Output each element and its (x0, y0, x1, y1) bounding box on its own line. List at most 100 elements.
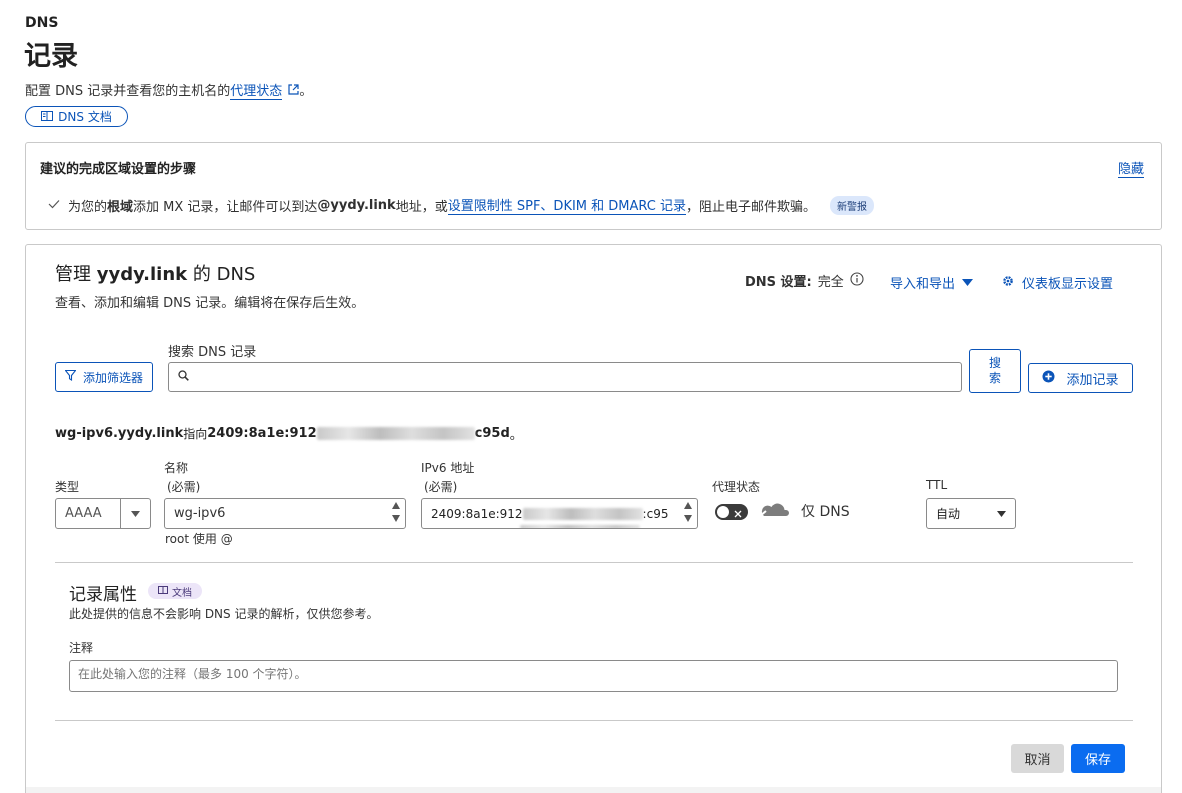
new-alert-badge: 新警报 (830, 195, 875, 215)
ipv6-label: IPv6 地址 (421, 461, 475, 475)
caret-down-icon (962, 275, 974, 290)
dashboard-settings-label: 仪表板显示设置 (1022, 277, 1114, 292)
record-attributes-title: 记录属性 (69, 585, 137, 605)
dns-docs-label: DNS 文档 (58, 110, 112, 124)
type-select-value: AAAA (65, 506, 102, 521)
name-label: 名称 (164, 461, 189, 475)
comment-label: 注释 (69, 641, 94, 655)
ttl-select-value: 自动 (936, 507, 961, 521)
step-text-4: ，阻止电子邮件欺骗。 (686, 199, 817, 215)
save-button[interactable]: 保存 (1071, 744, 1125, 773)
name-spin-arrows[interactable] (391, 501, 401, 523)
ttl-select[interactable]: 自动 (926, 498, 1016, 529)
manage-title-prefix: 管理 (55, 264, 97, 285)
ipv6-value-start: 2409:8a1e:912 (431, 507, 523, 521)
setup-step-item: 为您的 根域 添加 MX 记录，让邮件可以到达 @yydy.link 地址，或 设置限… (48, 195, 875, 215)
step-text-address: @yydy.link (317, 197, 396, 213)
dns-setting-label: DNS 设置: (745, 275, 812, 290)
attributes-docs-label: 文档 (172, 587, 192, 599)
filter-icon (64, 369, 77, 384)
ipv6-spin-arrows[interactable] (683, 501, 693, 523)
add-record-label: 添加记录 (1066, 372, 1119, 388)
description-text: 配置 DNS 记录并查看您的主机名的 (25, 84, 231, 99)
record-summary-ip-end: c95d (474, 426, 510, 441)
dashboard-settings-link[interactable]: 仪表板显示设置 (1002, 273, 1113, 292)
comment-input-box[interactable] (69, 660, 1118, 692)
record-attributes-description: 此处提供的信息不会影响 DNS 记录的解析，仅供您参考。 (69, 607, 379, 621)
proxy-toggle[interactable] (715, 504, 748, 520)
step-text-root: 根域 (107, 199, 134, 215)
caret-down-icon (131, 506, 140, 521)
record-summary-name: wg-ipv6.yydy.link (55, 426, 184, 441)
ipv6-input[interactable]: 2409:8a1e:912 :c95 (421, 498, 698, 529)
step-text-2: 添加 MX 记录，让邮件可以到达 (133, 199, 318, 215)
import-export-menu[interactable]: 导入和导出 (890, 273, 974, 292)
cancel-button[interactable]: 取消 (1011, 744, 1064, 773)
check-icon (48, 198, 60, 213)
type-select[interactable]: AAAA (55, 498, 151, 529)
step-text-3: 地址，或 (395, 199, 448, 215)
record-summary-points-to: 指向 (183, 427, 208, 441)
record-summary: wg-ipv6.yydy.link 指向 2409:8a1e:912 c95d。 (55, 424, 523, 443)
info-icon[interactable] (850, 271, 864, 290)
setup-steps-panel (25, 142, 1162, 230)
import-export-label: 导入和导出 (890, 277, 956, 292)
ipv6-required: (必需) (424, 480, 458, 494)
book-icon (158, 585, 168, 597)
ipv6-value-end: :c95 (642, 507, 669, 521)
manage-title-domain: yydy.link (96, 264, 188, 285)
setup-steps-title: 建议的完成区域设置的步骤 (40, 162, 197, 177)
close-icon (734, 507, 742, 522)
dns-docs-button[interactable]: DNS 文档 (25, 106, 128, 127)
add-filter-label: 添加筛选器 (82, 370, 143, 385)
add-filter-button[interactable]: 添加筛选器 (55, 362, 153, 392)
name-hint: root 使用 @ (165, 532, 233, 546)
dns-setting-status: DNS 设置: 完全 (745, 271, 864, 290)
manage-dns-subtitle: 查看、添加和编辑 DNS 记录。编辑将在保存后生效。 (55, 296, 365, 311)
search-button-label-2: 索 (988, 371, 1001, 385)
description-end: 。 (299, 84, 313, 99)
proxy-status-label: 代理状态 (712, 480, 761, 494)
section-label: DNS (25, 15, 59, 31)
dns-setting-value: 完全 (817, 275, 844, 290)
search-label: 搜索 DNS 记录 (168, 345, 257, 360)
obscured-ipv6-overflow (520, 525, 640, 528)
search-icon (178, 369, 189, 385)
bottom-band (26, 787, 1161, 793)
page-title: 记录 (24, 41, 78, 72)
ipv6-input-value: 2409:8a1e:912 :c95 (431, 507, 668, 521)
caret-down-icon (997, 506, 1006, 521)
toggle-knob (717, 506, 729, 518)
search-button[interactable]: 搜 索 (969, 349, 1021, 393)
proxy-status-value: 仅 DNS (801, 504, 850, 520)
divider (55, 562, 1133, 563)
record-summary-ip-start: 2409:8a1e:912 (207, 426, 317, 441)
hide-steps-link[interactable]: 隐藏 (1118, 158, 1145, 178)
type-label: 类型 (55, 480, 80, 494)
book-icon (41, 110, 54, 124)
comment-input[interactable] (78, 667, 1098, 681)
manage-title-suffix: 的 DNS (187, 264, 256, 285)
search-input-box[interactable] (168, 362, 962, 392)
add-record-button[interactable]: 添加记录 (1028, 363, 1133, 393)
record-summary-end: 。 (509, 428, 523, 443)
divider (55, 720, 1133, 721)
cloud-icon (759, 500, 789, 522)
name-required: (必需) (167, 480, 201, 494)
spf-dkim-dmarc-link[interactable]: 设置限制性 SPF、DKIM 和 DMARC 记录 (447, 195, 687, 215)
proxy-status-link[interactable]: 代理状态 (230, 84, 283, 100)
name-input[interactable]: wg-ipv6 (164, 498, 406, 529)
manage-dns-title: 管理 yydy.link 的 DNS (55, 260, 255, 286)
external-link-icon (288, 84, 300, 99)
name-input-value: wg-ipv6 (174, 506, 226, 521)
plus-circle-icon (1042, 370, 1055, 387)
page-description: 配置 DNS 记录并查看您的主机名的代理状态 。 (25, 80, 313, 100)
search-input[interactable] (195, 369, 961, 385)
ttl-label: TTL (926, 478, 948, 492)
attributes-docs-badge[interactable]: 文档 (148, 583, 202, 599)
obscured-ipv6-segment (522, 508, 643, 520)
step-text-1: 为您的 (68, 199, 108, 215)
type-select-toggle[interactable] (120, 499, 150, 528)
obscured-ip-segment (316, 427, 475, 440)
gear-icon (1002, 275, 1014, 291)
